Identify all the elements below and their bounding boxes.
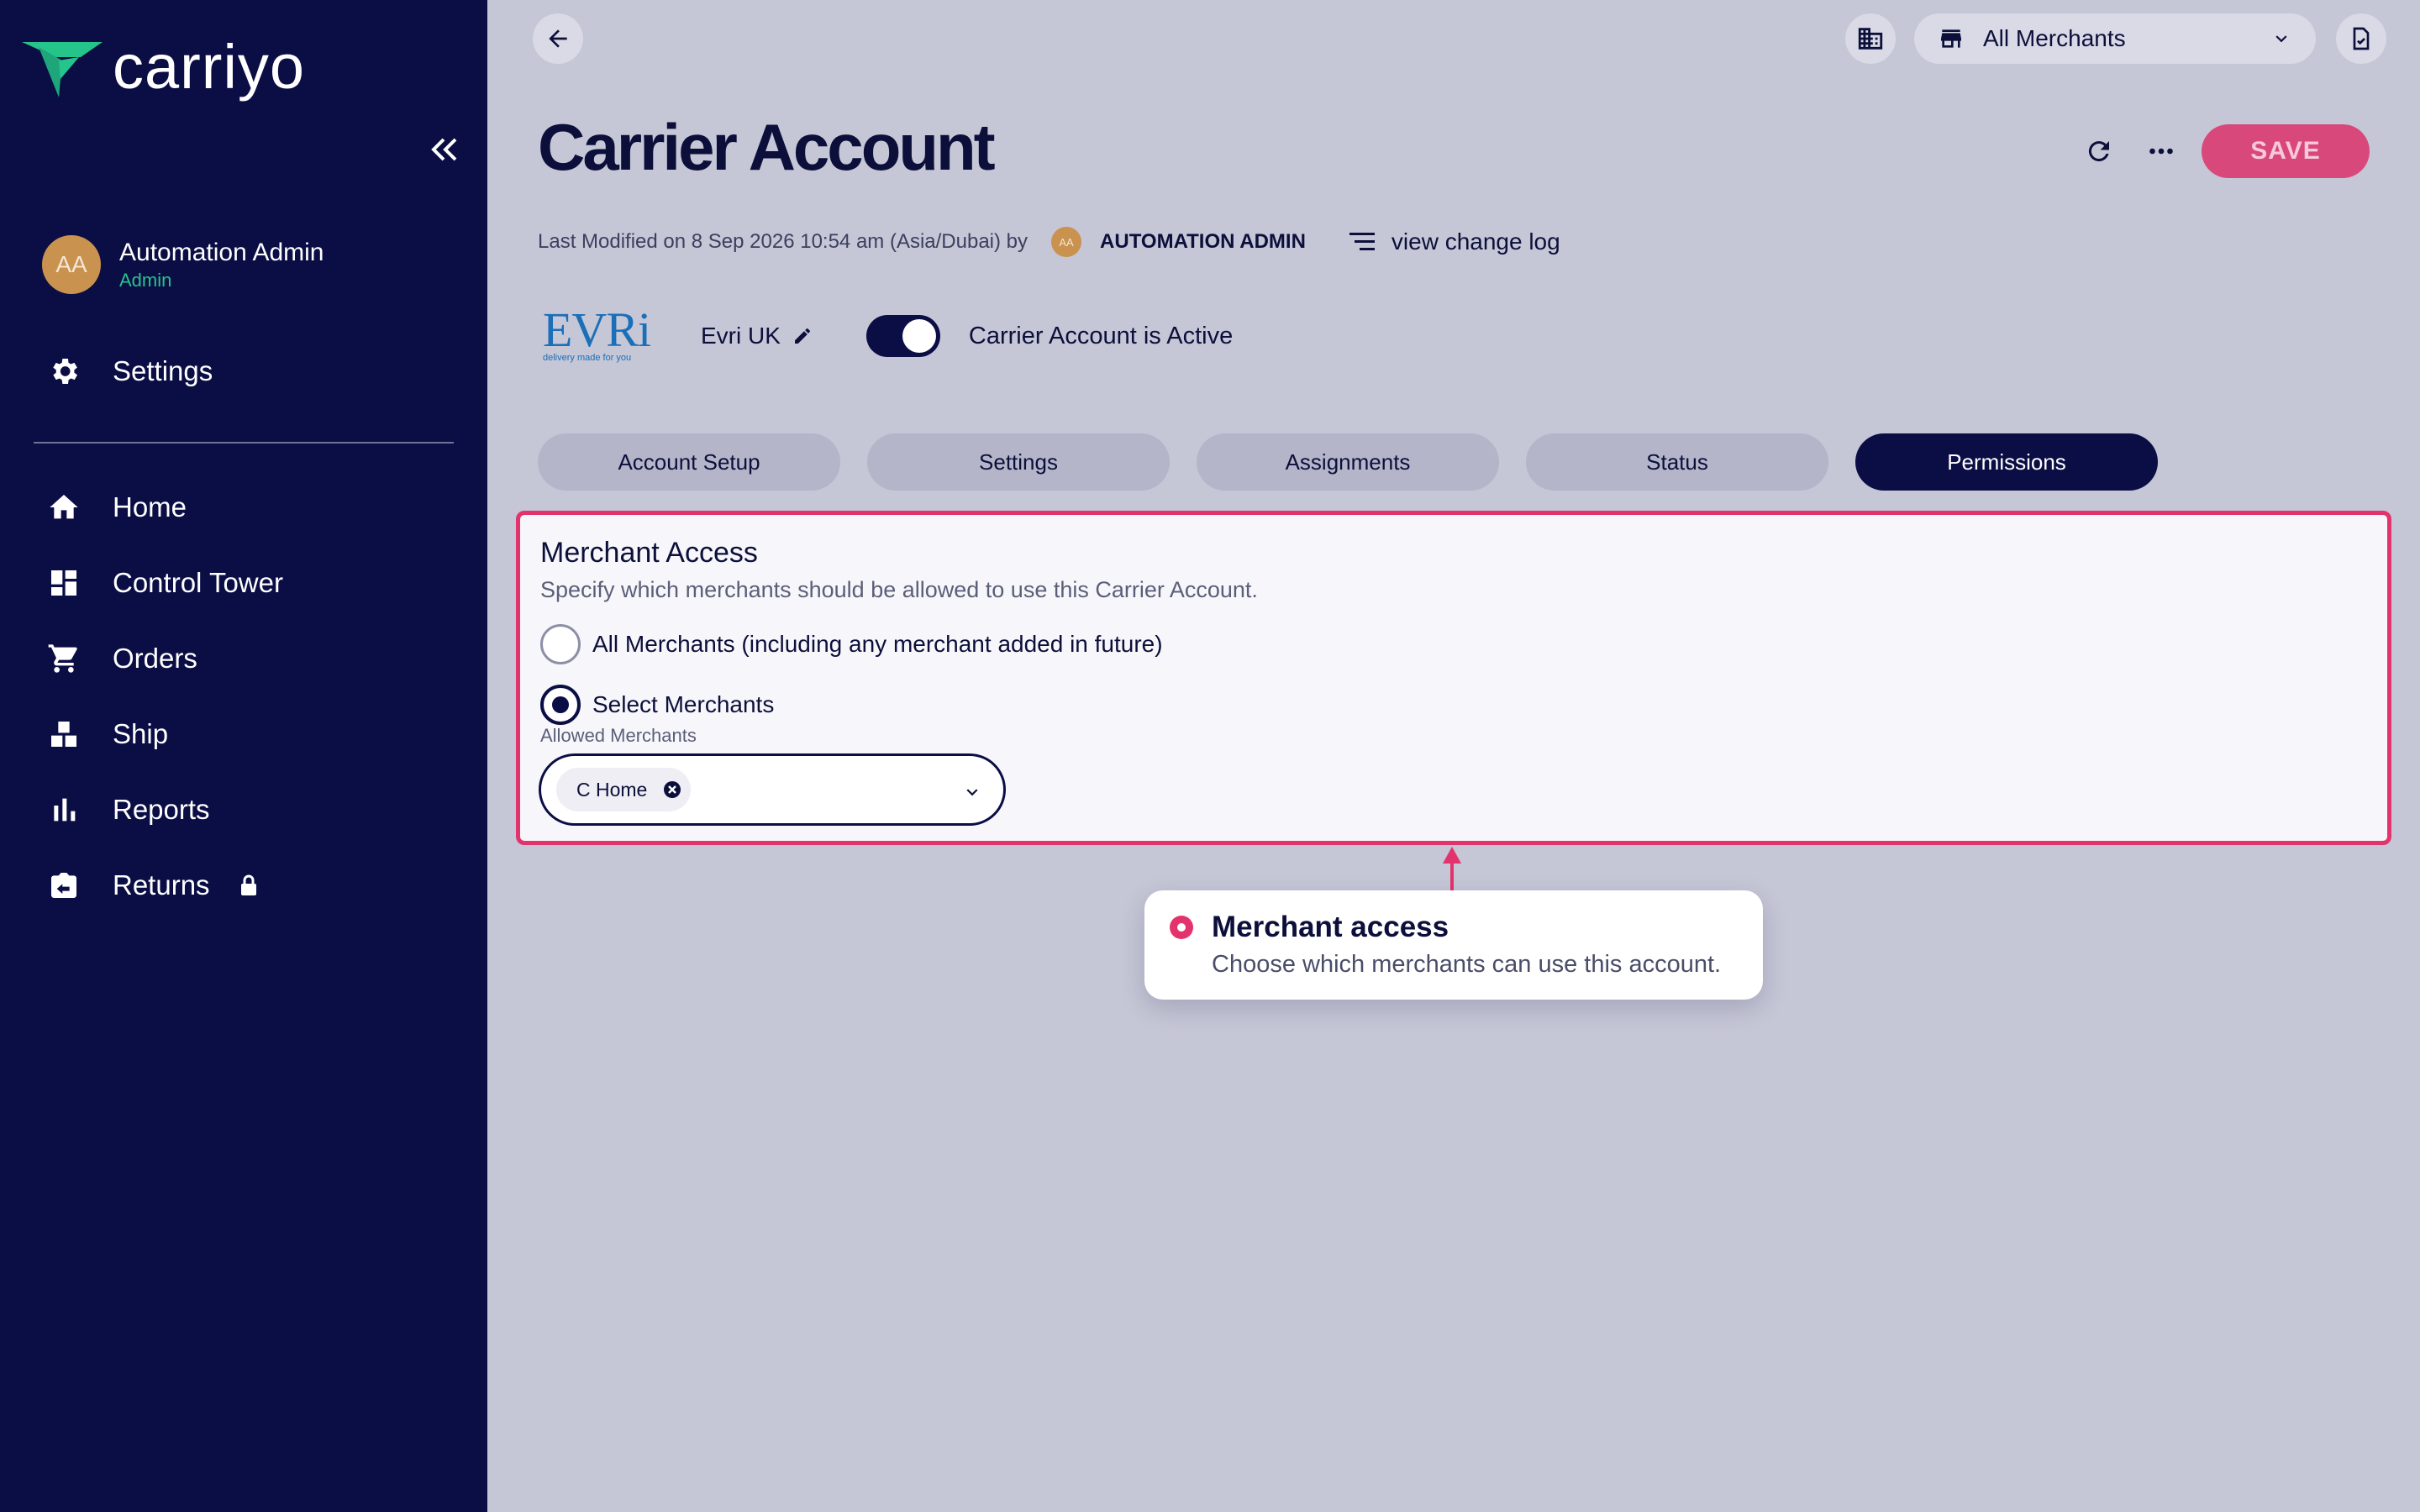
carriyo-logo[interactable]: carriyo <box>22 32 306 102</box>
tab-settings[interactable]: Settings <box>867 433 1170 491</box>
radio-button[interactable] <box>540 624 581 664</box>
bar-chart-icon <box>44 790 84 830</box>
return-box-icon <box>44 865 84 906</box>
modifier-avatar: AA <box>1051 227 1082 257</box>
radio-select-merchants-label: Select Merchants <box>592 691 775 717</box>
sidebar-item-returns[interactable]: Returns <box>44 865 262 906</box>
sidebar-item-label: Returns <box>113 869 210 900</box>
carrier-name[interactable]: Evri UK <box>701 323 813 349</box>
sidebar-item-home[interactable]: Home <box>44 487 187 528</box>
cart-icon <box>44 638 84 679</box>
carriyo-logo-icon <box>22 42 103 97</box>
list-icon <box>1349 233 1375 250</box>
arrow-left-icon <box>549 29 567 48</box>
allowed-merchants-label: Allowed Merchants <box>540 725 697 746</box>
view-change-log-link[interactable]: view change log <box>1349 228 1560 255</box>
sidebar-item-label: Control Tower <box>113 567 283 598</box>
refresh-button[interactable] <box>2081 133 2118 170</box>
radio-all-merchants-label: All Merchants (including any merchant ad… <box>592 631 1163 657</box>
sidebar-item-ship[interactable]: Ship <box>44 714 168 754</box>
last-modified-info: Last Modified on 8 Sep 2026 10:54 am (As… <box>538 227 1560 257</box>
user-profile[interactable]: AA Automation Admin Admin <box>42 235 324 294</box>
carrier-row: EVRi delivery made for you Evri UK Carri… <box>543 302 1234 364</box>
tab-account-setup[interactable]: Account Setup <box>538 433 840 491</box>
page-title: Carrier Account <box>538 110 996 184</box>
more-horizontal-icon <box>2149 148 2173 155</box>
sidebar-item-reports[interactable]: Reports <box>44 790 210 830</box>
pencil-icon[interactable] <box>792 326 813 346</box>
back-button[interactable] <box>533 13 583 64</box>
evri-logo: EVRi delivery made for you <box>543 302 651 364</box>
building-icon <box>1858 28 1883 50</box>
chevron-down-icon <box>2275 35 2287 43</box>
store-icon <box>1941 29 1961 48</box>
radio-all-merchants[interactable]: All Merchants (including any merchant ad… <box>540 624 1163 664</box>
home-icon <box>44 487 84 528</box>
tab-assignments[interactable]: Assignments <box>1197 433 1499 491</box>
sidebar-item-settings[interactable]: Settings <box>44 351 213 391</box>
view-change-log-label: view change log <box>1391 228 1560 255</box>
dashboard-icon <box>44 563 84 603</box>
gear-icon <box>44 351 84 391</box>
chevron-down-icon[interactable] <box>961 781 983 803</box>
sidebar-item-control-tower[interactable]: Control Tower <box>44 563 283 603</box>
tab-permissions[interactable]: Permissions <box>1855 433 2158 491</box>
evri-logo-tagline: delivery made for you <box>543 353 632 363</box>
carrier-name-text: Evri UK <box>701 323 781 349</box>
allowed-merchants-select[interactable]: C Home <box>539 753 1006 826</box>
radio-button-selected[interactable] <box>540 685 581 725</box>
user-name: Automation Admin <box>119 238 324 266</box>
document-button[interactable] <box>2336 13 2386 64</box>
merchant-access-callout: Merchant access Choose which merchants c… <box>1144 890 1763 1000</box>
modifier-name: AUTOMATION ADMIN <box>1100 230 1306 253</box>
brand-name: carriyo <box>113 32 306 102</box>
sidebar-item-label: Orders <box>113 643 197 674</box>
merchant-access-subtitle: Specify which merchants should be allowe… <box>540 577 1258 602</box>
merchant-chip-label: C Home <box>576 778 648 801</box>
boxes-icon <box>44 714 84 754</box>
radio-select-merchants[interactable]: Select Merchants <box>540 685 774 725</box>
active-toggle[interactable] <box>865 315 940 357</box>
sidebar-item-label: Home <box>113 491 187 522</box>
sidebar-item-orders[interactable]: Orders <box>44 638 197 679</box>
save-button[interactable]: SAVE <box>2202 124 2370 178</box>
callout-text: Choose which merchants can use this acco… <box>1212 951 1722 978</box>
sidebar-divider <box>34 442 454 444</box>
toggle-knob <box>902 319 936 353</box>
merchant-access-panel: Merchant Access Specify which merchants … <box>516 511 2391 845</box>
callout-dot-icon <box>1170 916 1193 939</box>
callout-arrow-line <box>1450 853 1454 890</box>
active-toggle-label: Carrier Account is Active <box>968 322 1234 349</box>
callout-title: Merchant access <box>1212 911 1449 943</box>
sidebar: carriyo AA Automation Admin Admin Settin… <box>0 0 487 1512</box>
tab-status[interactable]: Status <box>1526 433 1828 491</box>
collapse-sidebar-icon[interactable] <box>425 131 462 168</box>
more-options-button[interactable] <box>2143 133 2180 170</box>
merchant-select-value: All Merchants <box>1983 25 2126 51</box>
lock-icon <box>235 872 262 899</box>
sidebar-item-label: Settings <box>113 355 213 386</box>
merchant-access-title: Merchant Access <box>540 537 758 569</box>
sidebar-item-label: Reports <box>113 794 210 825</box>
organization-button[interactable] <box>1845 13 1896 64</box>
document-check-icon <box>2353 27 2370 50</box>
refresh-icon <box>2088 141 2109 162</box>
avatar: AA <box>42 235 101 294</box>
sidebar-item-label: Ship <box>113 718 169 749</box>
merchant-chip: C Home <box>556 768 692 811</box>
merchant-select[interactable]: All Merchants <box>1914 13 2316 64</box>
user-role: Admin <box>119 269 172 291</box>
last-modified-text: Last Modified on 8 Sep 2026 10:54 am (As… <box>538 230 1028 253</box>
evri-logo-word: EVRi <box>543 302 651 357</box>
remove-chip-icon[interactable] <box>662 780 682 800</box>
tab-bar: Account Setup Settings Assignments Statu… <box>538 433 2185 491</box>
